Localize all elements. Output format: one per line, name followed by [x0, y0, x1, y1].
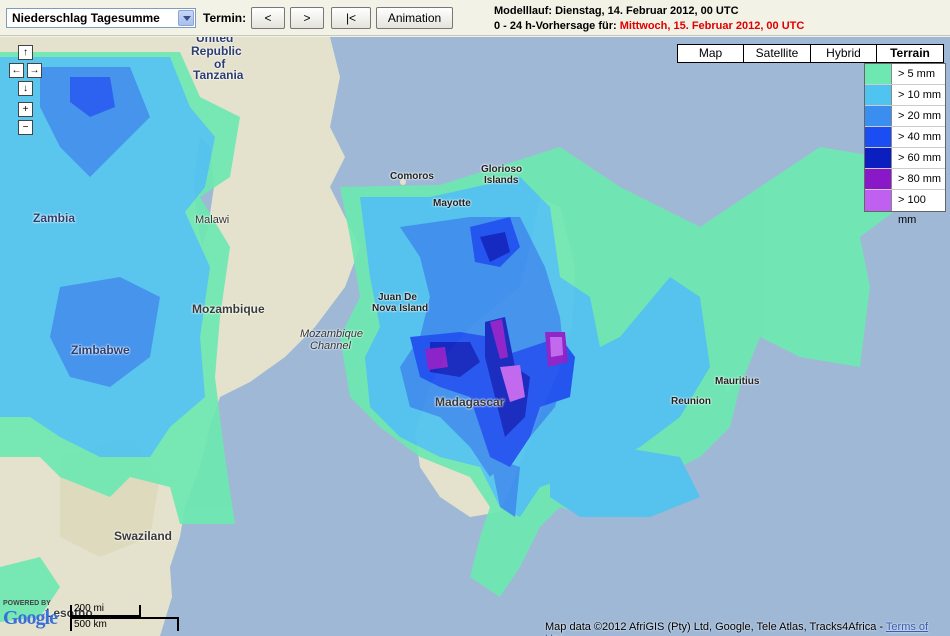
product-select[interactable]: Niederschlag Tagesumme	[6, 8, 196, 28]
pan-right-button[interactable]: →	[27, 63, 42, 78]
precipitation-legend: > 5 mm > 10 mm > 20 mm > 40 mm > 60 mm >…	[864, 63, 946, 226]
google-logo[interactable]: POWERED BY Google	[3, 600, 58, 630]
animation-button[interactable]: Animation	[376, 7, 453, 29]
legend-row: > 60 mm	[865, 148, 945, 169]
legend-row: > 40 mm	[865, 127, 945, 148]
map-type-hybrid[interactable]: Hybrid	[810, 44, 877, 63]
label-republic: Republic	[191, 44, 242, 58]
label-zimbabwe: Zimbabwe	[71, 343, 130, 357]
legend-swatch	[865, 106, 892, 126]
label-nova-island: Nova Island	[372, 303, 429, 314]
map-type-satellite[interactable]: Satellite	[743, 44, 811, 63]
pan-up-button[interactable]: ↑	[18, 45, 33, 60]
map-type-map[interactable]: Map	[677, 44, 744, 63]
legend-label: > 100 mm	[898, 194, 926, 226]
toolbar: Niederschlag Tagesumme Termin: < > |< An…	[0, 0, 950, 36]
terrain-map	[0, 37, 950, 636]
label-zambia: Zambia	[33, 211, 76, 225]
label-mauritius: Mauritius	[715, 376, 760, 387]
label-mozambique: Mozambique	[192, 302, 265, 316]
legend-row: > 5 mm	[865, 64, 945, 85]
forecast-prefix: 0 - 24 h-Vorhersage für:	[494, 20, 620, 32]
legend-row: > 10 mm	[865, 85, 945, 106]
chevron-down-icon[interactable]	[178, 10, 194, 26]
zoom-in-button[interactable]: +	[18, 102, 33, 117]
legend-row: > 100 mm	[865, 190, 945, 226]
label-islands: Islands	[484, 175, 519, 186]
legend-swatch	[865, 85, 892, 105]
scale-bar: 200 mi 500 km	[70, 603, 180, 633]
map-copyright: Map data ©2012 AfriGIS (Pty) Ltd, Google…	[545, 621, 950, 636]
legend-swatch	[865, 169, 892, 189]
prev-button[interactable]: <	[251, 7, 285, 29]
powered-by-text: POWERED BY	[3, 600, 51, 607]
scale-km: 500 km	[74, 619, 107, 630]
legend-swatch	[865, 148, 892, 168]
google-wordmark: Google	[3, 607, 58, 629]
next-button[interactable]: >	[290, 7, 324, 29]
label-tanzania: Tanzania	[193, 68, 244, 82]
label-comoros: Comoros	[390, 171, 434, 182]
label-reunion: Reunion	[671, 396, 711, 407]
copyright-text: Map data ©2012 AfriGIS (Pty) Ltd, Google…	[545, 621, 886, 633]
legend-label: > 60 mm	[898, 152, 942, 164]
product-select-value: Niederschlag Tagesumme	[12, 11, 160, 25]
scale-miles: 200 mi	[74, 603, 105, 614]
legend-swatch	[865, 127, 892, 147]
legend-row: > 20 mm	[865, 106, 945, 127]
label-malawi: Malawi	[195, 214, 230, 226]
label-madagascar: Madagascar	[435, 395, 505, 409]
termin-label: Termin:	[203, 11, 247, 25]
pan-down-button[interactable]: ↓	[18, 81, 33, 96]
forecast-date: Mittwoch, 15. Februar 2012, 00 UTC	[619, 20, 805, 32]
map-canvas[interactable]: United Republic of Tanzania Zambia Malaw…	[0, 37, 950, 636]
label-juan-de: Juan De	[378, 292, 417, 303]
map-type-terrain[interactable]: Terrain	[876, 44, 944, 63]
label-glorioso: Glorioso	[481, 164, 523, 175]
label-mozambique-channel-1: Mozambique	[300, 328, 363, 340]
legend-label: > 5 mm	[898, 68, 935, 80]
label-mayotte: Mayotte	[433, 198, 471, 209]
forecast-text: 0 - 24 h-Vorhersage für: Mittwoch, 15. F…	[494, 20, 804, 32]
label-swaziland: Swaziland	[114, 529, 173, 543]
legend-row: > 80 mm	[865, 169, 945, 190]
legend-swatch	[865, 190, 892, 211]
model-run-text: Modelllauf: Dienstag, 14. Februar 2012, …	[494, 5, 739, 17]
label-mozambique-channel-2: Channel	[310, 340, 351, 352]
zoom-out-button[interactable]: −	[18, 120, 33, 135]
pan-left-button[interactable]: ←	[9, 63, 24, 78]
legend-swatch	[865, 64, 892, 84]
legend-label: > 40 mm	[898, 131, 942, 143]
legend-label: > 10 mm	[898, 89, 942, 101]
first-button[interactable]: |<	[331, 7, 371, 29]
legend-label: > 20 mm	[898, 110, 942, 122]
legend-label: > 80 mm	[898, 173, 942, 185]
